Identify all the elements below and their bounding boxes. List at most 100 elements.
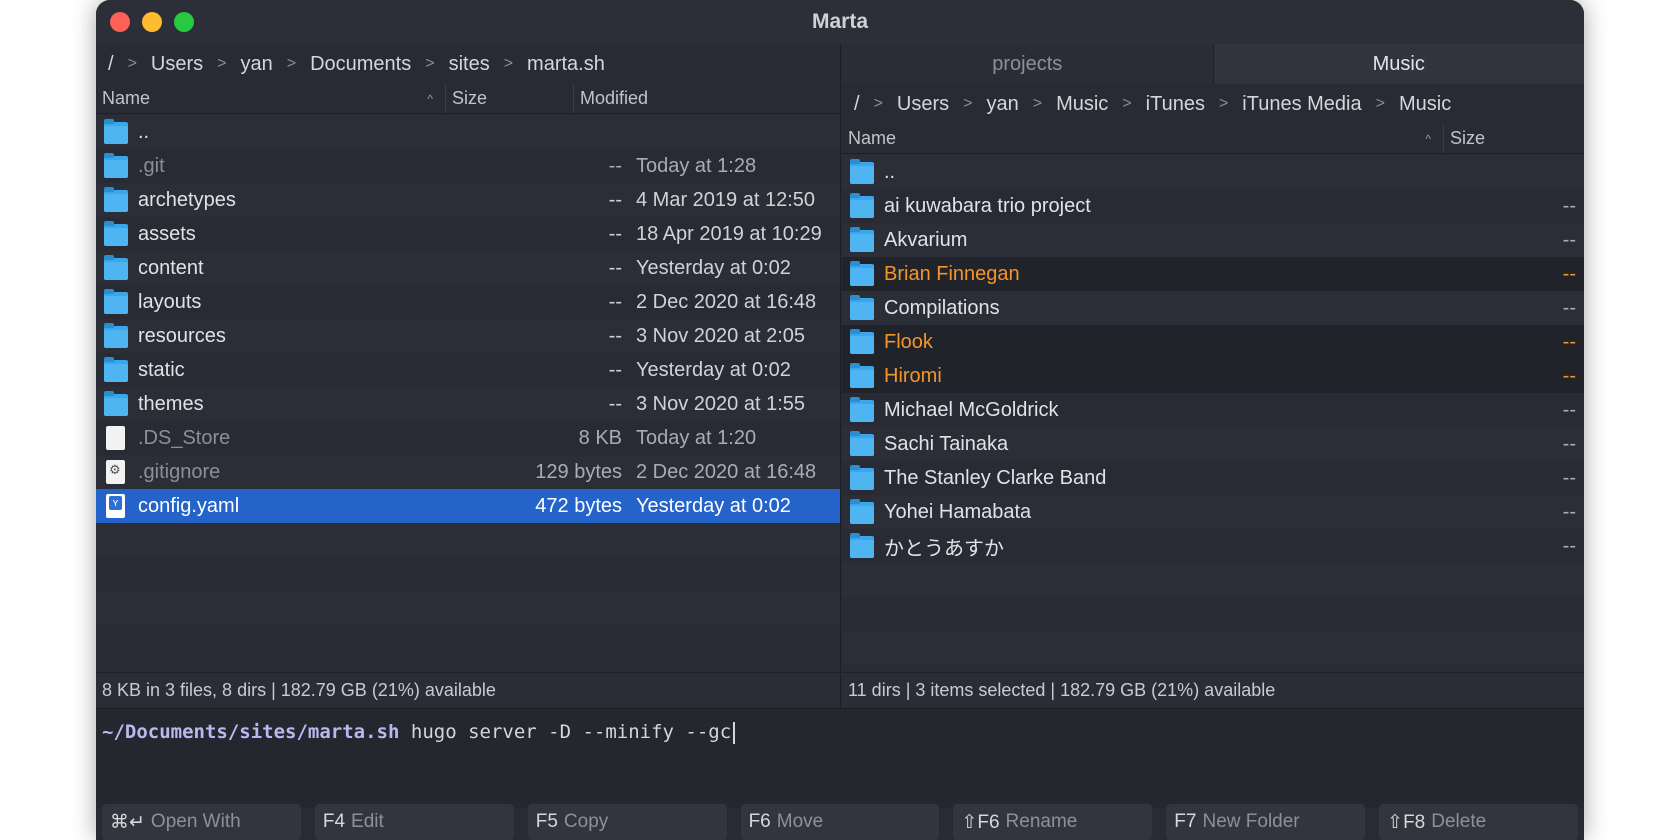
breadcrumb-item-documents[interactable]: Documents <box>310 53 411 76</box>
list-item[interactable]: The Stanley Clarke Band -- <box>842 461 1584 495</box>
folder-name: Brian Finnegan <box>884 262 1020 285</box>
breadcrumb-item-music[interactable]: Music <box>1056 93 1108 116</box>
fkey-open-with-button[interactable]: ⌘↵ Open With <box>102 804 301 840</box>
fkey-label: New Folder <box>1202 811 1300 832</box>
list-item[interactable]: .gitignore 129 bytes 2 Dec 2020 at 16:48 <box>96 455 840 489</box>
folder-icon <box>850 295 874 320</box>
breadcrumb-root[interactable]: / <box>108 53 114 76</box>
breadcrumb-item-users[interactable]: Users <box>151 53 203 76</box>
breadcrumb-item-yan[interactable]: yan <box>986 93 1018 116</box>
fkey-label: Rename <box>1005 811 1078 832</box>
file-modified: Yesterday at 0:02 <box>636 256 791 279</box>
command-input[interactable]: ~/Documents/sites/marta.sh hugo server -… <box>102 721 736 744</box>
breadcrumb-item-marta-sh[interactable]: marta.sh <box>527 53 605 76</box>
file-size: 129 bytes <box>535 460 622 483</box>
command-line[interactable]: ~/Documents/sites/marta.sh hugo server -… <box>96 708 1584 808</box>
left-status-bar: 8 KB in 3 files, 8 dirs | 182.79 GB (21%… <box>96 672 840 708</box>
fkey-rename-button[interactable]: ⇧F6 Rename <box>953 804 1153 840</box>
list-item[interactable]: .. <box>842 155 1584 189</box>
fkey-copy-button[interactable]: F5 Copy <box>527 804 727 840</box>
breadcrumb-item-users[interactable]: Users <box>897 93 949 116</box>
fkey-label: Copy <box>563 811 609 832</box>
column-modified-header[interactable]: Modified <box>574 84 840 113</box>
left-pane[interactable]: / > Users > yan > Documents > sites > ma… <box>96 44 841 708</box>
list-item[interactable]: static -- Yesterday at 0:02 <box>96 353 840 387</box>
list-item[interactable]: themes -- 3 Nov 2020 at 1:55 <box>96 387 840 421</box>
folder-icon <box>104 153 128 178</box>
column-size-header[interactable]: Size <box>446 84 574 113</box>
window-title: Marta <box>811 10 869 33</box>
list-item[interactable]: content -- Yesterday at 0:02 <box>96 251 840 285</box>
folder-icon <box>850 499 874 524</box>
function-key-bar: ⌘↵ Open With F4 Edit F5 Copy F6 Move ⇧F6 Rename F7… <box>96 804 1584 840</box>
left-breadcrumb: / > Users > yan > Documents > sites > ma… <box>96 44 840 84</box>
folder-name: Akvarium <box>884 228 968 251</box>
list-item[interactable]: archetypes -- 4 Mar 2019 at 12:50 <box>96 183 840 217</box>
fkey-edit-button[interactable]: F4 Edit <box>314 804 514 840</box>
empty-row <box>842 563 1584 597</box>
file-size: -- <box>608 358 622 381</box>
breadcrumb-item-music-folder[interactable]: Music <box>1399 93 1451 116</box>
folder-icon <box>850 363 874 388</box>
folder-size: -- <box>1562 262 1576 285</box>
tab-music[interactable]: Music <box>1213 44 1584 84</box>
list-item[interactable]: Hiromi -- <box>842 359 1584 393</box>
list-item[interactable]: config.yaml 472 bytes Yesterday at 0:02 <box>96 489 840 523</box>
tab-projects[interactable]: projects <box>842 44 1214 84</box>
column-name-header[interactable]: Name ^ <box>842 124 1444 153</box>
breadcrumb-root[interactable]: / <box>854 93 860 116</box>
empty-row <box>96 625 840 659</box>
right-file-list[interactable]: .. ai kuwabara trio project -- Akvarium -- Br… <box>842 155 1584 665</box>
folder-size: -- <box>1562 296 1576 319</box>
list-item[interactable]: Sachi Tainaka -- <box>842 427 1584 461</box>
breadcrumb-item-sites[interactable]: sites <box>449 53 490 76</box>
right-pane[interactable]: projects Music / > Users > yan > Music >… <box>842 44 1584 708</box>
list-item[interactable]: Michael McGoldrick -- <box>842 393 1584 427</box>
list-item[interactable]: Compilations -- <box>842 291 1584 325</box>
fkey-shortcut: F5 <box>535 811 558 832</box>
list-item[interactable]: resources -- 3 Nov 2020 at 2:05 <box>96 319 840 353</box>
list-item[interactable]: かとうあすか -- <box>842 529 1584 563</box>
empty-row <box>96 523 840 557</box>
chevron-right-icon: > <box>425 55 435 72</box>
document-icon <box>106 426 125 450</box>
chevron-right-icon: > <box>1032 95 1043 112</box>
list-item[interactable]: .git -- Today at 1:28 <box>96 149 840 183</box>
fkey-delete-button[interactable]: ⇧F8 Delete <box>1379 804 1579 840</box>
list-item[interactable]: Akvarium -- <box>842 223 1584 257</box>
folder-size: -- <box>1562 330 1576 353</box>
list-item[interactable]: ai kuwabara trio project -- <box>842 189 1584 223</box>
left-file-list[interactable]: .. .git -- Today at 1:28 archetypes -- 4 Mar 2… <box>96 115 840 659</box>
chevron-right-icon: > <box>1218 95 1229 112</box>
list-item[interactable]: .DS_Store 8 KB Today at 1:20 <box>96 421 840 455</box>
breadcrumb-item-yan[interactable]: yan <box>240 53 272 76</box>
file-size: -- <box>608 290 622 313</box>
breadcrumb-item-itunes[interactable]: iTunes <box>1146 93 1205 116</box>
column-size-header[interactable]: Size <box>1444 124 1584 153</box>
folder-size: -- <box>1562 534 1576 557</box>
folder-name: Michael McGoldrick <box>884 398 1059 421</box>
right-tab-bar: projects Music <box>842 44 1584 84</box>
list-item[interactable]: Brian Finnegan -- <box>842 257 1584 291</box>
empty-row <box>842 597 1584 631</box>
file-size: 8 KB <box>578 426 622 449</box>
chevron-right-icon: > <box>963 95 973 112</box>
fkey-move-button[interactable]: F6 Move <box>740 804 940 840</box>
list-item[interactable]: Flook -- <box>842 325 1584 359</box>
file-modified: 3 Nov 2020 at 1:55 <box>636 392 806 415</box>
folder-icon <box>850 329 874 354</box>
file-size: -- <box>608 154 622 177</box>
file-size: -- <box>608 324 622 347</box>
list-item[interactable]: layouts -- 2 Dec 2020 at 16:48 <box>96 285 840 319</box>
list-item[interactable]: Yohei Hamabata -- <box>842 495 1584 529</box>
fkey-new-folder-button[interactable]: F7 New Folder <box>1166 804 1366 840</box>
folder-icon <box>850 261 874 286</box>
folder-icon <box>104 119 128 144</box>
file-modified: 3 Nov 2020 at 2:05 <box>636 324 806 347</box>
breadcrumb-item-itunes-media[interactable]: iTunes Media <box>1242 93 1361 116</box>
chevron-right-icon: > <box>127 55 137 72</box>
list-item[interactable]: assets -- 18 Apr 2019 at 10:29 <box>96 217 840 251</box>
list-item[interactable]: .. <box>96 115 840 149</box>
folder-icon <box>850 465 874 490</box>
column-name-header[interactable]: Name ^ <box>96 84 446 113</box>
